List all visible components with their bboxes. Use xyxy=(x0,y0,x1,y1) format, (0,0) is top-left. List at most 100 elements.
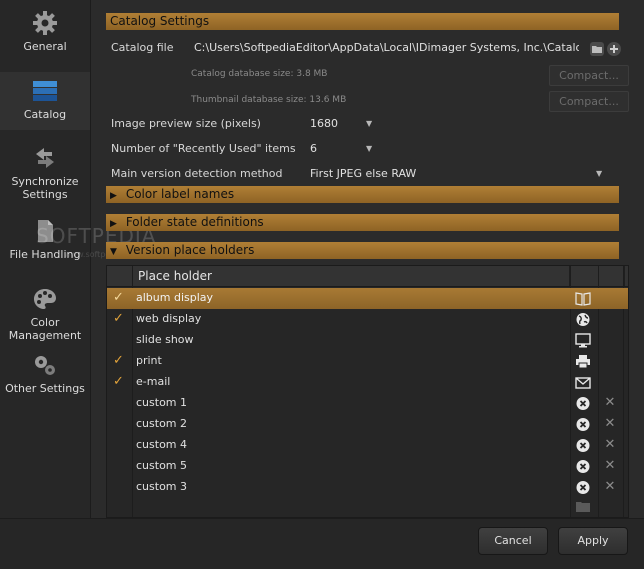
delete-row-icon[interactable]: ✕ xyxy=(603,437,617,452)
catalog-icon xyxy=(33,81,57,101)
section-title: Catalog Settings xyxy=(110,14,210,28)
catalog-db-size: Catalog database size: 3.8 MB xyxy=(191,69,328,79)
palette-icon xyxy=(34,289,56,309)
sidebar-item-label: General xyxy=(23,40,67,53)
sidebar-item-label-line1: Synchronize xyxy=(11,175,79,188)
gears-icon xyxy=(35,356,55,375)
place-holder-table: Place holder ✓ album display ✓ web display s… xyxy=(106,265,629,518)
header-check-column xyxy=(107,266,133,286)
sidebar-item-label-line2: Management xyxy=(8,329,82,342)
compact-catalog-button[interactable]: Compact... xyxy=(549,65,629,86)
catalog-settings-header: Catalog Settings xyxy=(106,13,619,30)
header-delete-column xyxy=(599,266,625,286)
recent-items-label: Number of "Recently Used" items xyxy=(111,142,296,155)
version-detection-value: First JPEG else RAW xyxy=(310,167,417,180)
browse-folder-button[interactable] xyxy=(590,42,604,56)
recent-items-value: 6 xyxy=(310,142,317,155)
recent-items-select[interactable]: 6 ▼ xyxy=(306,140,376,156)
preview-size-label: Image preview size (pixels) xyxy=(111,117,261,130)
delete-row-icon[interactable]: ✕ xyxy=(603,395,617,410)
sidebar-item-catalog[interactable]: Catalog xyxy=(0,72,90,130)
catalog-settings-panel: Catalog Settings Catalog file C:\Users\S… xyxy=(92,8,634,518)
close-circle-icon[interactable] xyxy=(575,417,591,432)
gear-icon xyxy=(33,11,57,35)
add-catalog-button[interactable] xyxy=(607,42,621,56)
row-name: custom 4 xyxy=(136,438,188,451)
row-checkbox[interactable]: ✓ xyxy=(113,374,127,389)
file-icon xyxy=(38,220,53,242)
close-circle-icon[interactable] xyxy=(575,459,591,474)
chevron-down-icon: ▼ xyxy=(366,119,373,128)
chevron-down-icon: ▼ xyxy=(366,144,373,153)
sidebar-item-color-management[interactable]: Color Management xyxy=(0,286,90,342)
thumbnail-db-size: Thumbnail database size: 13.6 MB xyxy=(191,95,347,105)
row-name: e-mail xyxy=(136,375,171,388)
collapse-arrow-icon: ▼ xyxy=(110,247,117,257)
delete-row-icon[interactable]: ✕ xyxy=(603,416,617,431)
row-name: print xyxy=(136,354,162,367)
sidebar-item-synchronize[interactable]: Synchronize Settings xyxy=(0,145,90,201)
row-name: custom 1 xyxy=(136,396,188,409)
globe-icon[interactable] xyxy=(575,312,591,327)
preferences-window: General Catalog Synchronize Settings Fil… xyxy=(0,0,644,569)
section-title: Version place holders xyxy=(125,243,255,257)
folder-icon xyxy=(592,46,602,53)
sidebar-item-other-settings[interactable]: Other Settings xyxy=(0,352,90,400)
table-row[interactable]: ✓ web display xyxy=(107,309,628,330)
color-label-names-header[interactable]: ▶ Color label names xyxy=(106,186,619,203)
table-row[interactable]: slide show xyxy=(107,330,628,351)
sidebar-item-label-line2: Settings xyxy=(22,188,68,201)
chevron-down-icon: ▼ xyxy=(596,169,603,178)
row-name: custom 5 xyxy=(136,459,188,472)
envelope-icon[interactable] xyxy=(575,375,591,390)
version-detection-select[interactable]: First JPEG else RAW ▼ xyxy=(306,165,608,181)
sync-arrows-icon xyxy=(36,148,54,168)
row-checkbox[interactable]: ✓ xyxy=(113,311,127,326)
table-row[interactable]: custom 4 ✕ xyxy=(107,435,628,456)
expand-arrow-icon: ▶ xyxy=(110,191,117,201)
table-row[interactable]: ✓ e-mail xyxy=(107,372,628,393)
version-place-holders-header[interactable]: ▼ Version place holders xyxy=(106,242,619,259)
header-icon-column xyxy=(571,266,599,286)
expand-arrow-icon: ▶ xyxy=(110,219,117,229)
table-row[interactable]: custom 3 ✕ xyxy=(107,477,628,498)
close-circle-icon[interactable] xyxy=(575,438,591,453)
table-header: Place holder xyxy=(107,266,628,287)
preview-size-select[interactable]: 1680 ▼ xyxy=(306,115,376,131)
apply-button[interactable]: Apply xyxy=(558,527,628,555)
sidebar-item-file-handling[interactable]: File Handling xyxy=(0,218,90,266)
monitor-icon[interactable] xyxy=(575,333,591,348)
table-row[interactable]: ✓ print xyxy=(107,351,628,372)
row-checkbox[interactable]: ✓ xyxy=(113,353,127,368)
compact-thumbnail-button[interactable]: Compact... xyxy=(549,91,629,112)
table-row[interactable]: custom 1 ✕ xyxy=(107,393,628,414)
header-place-holder[interactable]: Place holder xyxy=(133,266,570,286)
catalog-file-path: C:\Users\SoftpediaEditor\AppData\Local\I… xyxy=(194,41,579,54)
table-row[interactable]: custom 2 ✕ xyxy=(107,414,628,435)
version-detection-label: Main version detection method xyxy=(111,167,283,180)
sidebar-item-general[interactable]: General xyxy=(0,10,90,62)
row-name: web display xyxy=(136,312,202,325)
sidebar-item-label: File Handling xyxy=(9,248,81,261)
section-title: Folder state definitions xyxy=(125,215,264,229)
row-checkbox[interactable]: ✓ xyxy=(113,290,127,305)
folder-state-header[interactable]: ▶ Folder state definitions xyxy=(106,214,619,231)
plus-icon xyxy=(610,45,618,53)
delete-row-icon[interactable]: ✕ xyxy=(603,479,617,494)
table-row[interactable]: ✓ album display xyxy=(107,288,628,309)
sidebar-item-label: Catalog xyxy=(23,108,67,121)
sidebar-item-label: Other Settings xyxy=(5,382,85,395)
row-name: custom 2 xyxy=(136,417,188,430)
row-name: custom 3 xyxy=(136,480,188,493)
table-row[interactable]: custom 5 ✕ xyxy=(107,456,628,477)
row-name: album display xyxy=(136,291,214,304)
add-folder-icon[interactable] xyxy=(575,499,591,513)
section-title: Color label names xyxy=(125,187,235,201)
cancel-button[interactable]: Cancel xyxy=(478,527,548,555)
printer-icon[interactable] xyxy=(575,354,591,369)
delete-row-icon[interactable]: ✕ xyxy=(603,458,617,473)
settings-sidebar: General Catalog Synchronize Settings Fil… xyxy=(0,0,91,518)
book-icon[interactable] xyxy=(575,291,591,306)
close-circle-icon[interactable] xyxy=(575,480,591,495)
close-circle-icon[interactable] xyxy=(575,396,591,411)
